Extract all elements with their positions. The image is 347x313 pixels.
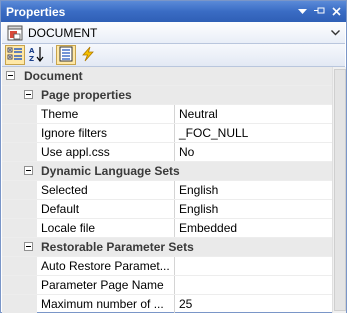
chevron-down-icon[interactable] (327, 23, 343, 43)
category-page-properties[interactable]: Page properties (2, 86, 332, 105)
property-name: Use appl.css (37, 143, 175, 161)
property-value[interactable] (175, 276, 332, 294)
property-value[interactable] (175, 257, 332, 275)
categorized-icon (7, 46, 23, 65)
categorized-view-button[interactable] (5, 45, 25, 65)
alphabetical-view-button[interactable]: A Z (27, 45, 47, 65)
property-value[interactable]: _FOC_NULL (175, 124, 332, 142)
category-label: Page properties (41, 88, 132, 102)
property-name: Maximum number of ... (37, 295, 175, 313)
property-name: Theme (37, 105, 175, 123)
close-icon[interactable] (329, 5, 343, 19)
lightning-icon (80, 46, 96, 65)
properties-toolbar: A Z (2, 44, 345, 67)
property-value[interactable]: 25 (175, 295, 332, 313)
collapse-icon[interactable] (24, 90, 33, 99)
toolbar-separator (52, 47, 53, 63)
property-name: Auto Restore Paramet... (37, 257, 175, 275)
property-grid: Document Page properties Theme Neutral I… (2, 67, 332, 313)
svg-text:Z: Z (29, 55, 34, 62)
scrollbar-thumb[interactable] (334, 69, 346, 311)
document-object-icon (6, 24, 24, 42)
property-row-theme[interactable]: Theme Neutral (2, 105, 332, 124)
collapse-icon[interactable] (6, 71, 15, 80)
vertical-scrollbar[interactable] (332, 67, 346, 313)
properties-view-button[interactable] (56, 45, 76, 65)
property-row-auto-restore[interactable]: Auto Restore Paramet... (2, 257, 332, 276)
category-label: Restorable Parameter Sets (41, 240, 194, 254)
property-name: Locale file (37, 219, 175, 237)
category-label: Document (24, 69, 83, 83)
property-name: Ignore filters (37, 124, 175, 142)
property-row-use-appl-css[interactable]: Use appl.css No (2, 143, 332, 162)
property-pages-icon (58, 46, 74, 65)
title-bar: Properties (1, 1, 346, 22)
object-selector-value: DOCUMENT (28, 25, 98, 40)
collapse-icon[interactable] (24, 242, 33, 251)
object-selector[interactable]: DOCUMENT (2, 22, 345, 44)
property-value[interactable]: No (175, 143, 332, 161)
pin-icon[interactable] (312, 5, 326, 19)
category-dynamic-language-sets[interactable]: Dynamic Language Sets (2, 162, 332, 181)
property-row-ignore-filters[interactable]: Ignore filters _FOC_NULL (2, 124, 332, 143)
property-row-parameter-page-name[interactable]: Parameter Page Name (2, 276, 332, 295)
collapse-icon[interactable] (24, 166, 33, 175)
property-value[interactable]: English (175, 181, 332, 199)
property-row-locale-file[interactable]: Locale file Embedded (2, 219, 332, 238)
property-value[interactable]: Embedded (175, 219, 332, 237)
svg-text:A: A (29, 47, 35, 55)
sort-az-icon: A Z (29, 46, 45, 65)
panel-title: Properties (6, 4, 66, 19)
category-document[interactable]: Document (2, 67, 332, 86)
property-row-maximum-number[interactable]: Maximum number of ... 25 (2, 295, 332, 313)
category-restorable-parameter-sets[interactable]: Restorable Parameter Sets (2, 238, 332, 257)
property-row-selected[interactable]: Selected English (2, 181, 332, 200)
property-name: Default (37, 200, 175, 218)
property-name: Selected (37, 181, 175, 199)
events-view-button[interactable] (78, 45, 98, 65)
properties-panel: Properties DOCUMENT A Z Document Page pr… (0, 0, 347, 313)
property-row-default[interactable]: Default English (2, 200, 332, 219)
property-value[interactable]: Neutral (175, 105, 332, 123)
property-value[interactable]: English (175, 200, 332, 218)
property-name: Parameter Page Name (37, 276, 175, 294)
panel-menu-dropdown-icon[interactable] (295, 5, 309, 19)
category-label: Dynamic Language Sets (41, 164, 180, 178)
